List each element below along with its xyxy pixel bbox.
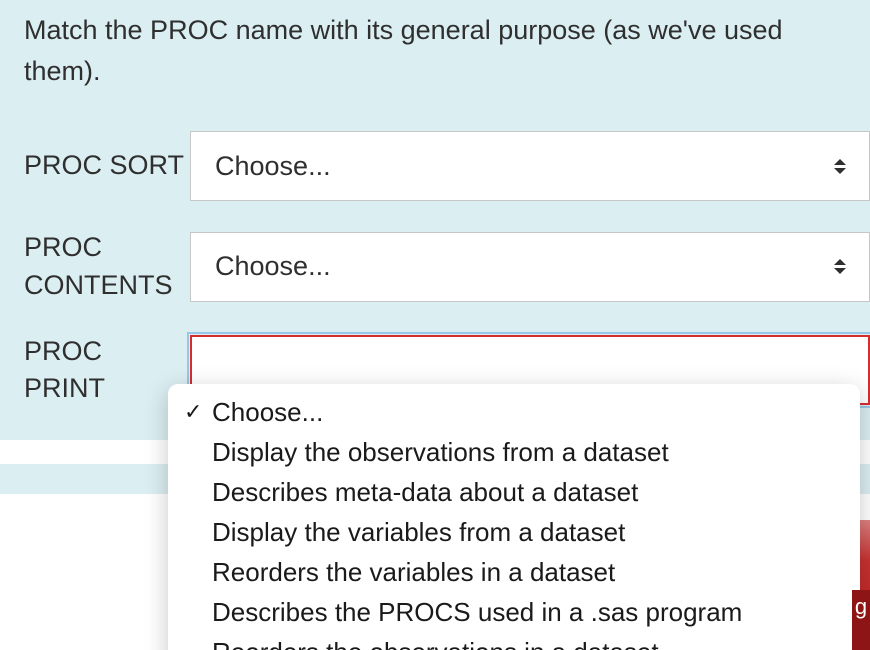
dropdown-option-choose[interactable]: ✓ Choose... xyxy=(168,392,860,432)
option-text: Display the observations from a dataset xyxy=(212,437,844,468)
corner-tab[interactable]: g xyxy=(852,590,870,650)
row-label: PROC PRINT xyxy=(24,333,190,409)
option-text: Reorders the observations in a dataset xyxy=(212,637,844,650)
dropdown-option-procs[interactable]: Describes the PROCS used in a .sas progr… xyxy=(168,592,860,632)
quiz-panel: Match the PROC name with its general pur… xyxy=(0,0,870,440)
dropdown-option-display-obs[interactable]: Display the observations from a dataset xyxy=(168,432,860,472)
select-value: Choose... xyxy=(215,151,331,182)
option-text: Display the variables from a dataset xyxy=(212,517,844,548)
option-text: Describes meta-data about a dataset xyxy=(212,477,844,508)
row-label: PROC SORT xyxy=(24,147,190,185)
corner-glyph: g xyxy=(855,594,867,620)
dropdown-option-display-vars[interactable]: Display the variables from a dataset xyxy=(168,512,860,552)
select-proc-contents[interactable]: Choose... xyxy=(190,232,870,302)
chevron-updown-icon xyxy=(833,157,847,175)
select-proc-sort[interactable]: Choose... xyxy=(190,131,870,201)
question-text: Match the PROC name with its general pur… xyxy=(24,10,870,91)
dropdown-popup: ✓ Choose... Display the observations fro… xyxy=(168,384,860,650)
option-text: Reorders the variables in a dataset xyxy=(212,557,844,588)
match-rows: PROC SORT Choose... PROC CONTENTS Choose… xyxy=(24,131,870,408)
option-text: Describes the PROCS used in a .sas progr… xyxy=(212,597,844,628)
dropdown-option-meta[interactable]: Describes meta-data about a dataset xyxy=(168,472,860,512)
match-row-contents: PROC CONTENTS Choose... xyxy=(24,229,870,305)
dropdown-option-reorder-obs[interactable]: Reorders the observations in a dataset xyxy=(168,632,860,650)
dropdown-option-reorder-vars[interactable]: Reorders the variables in a dataset xyxy=(168,552,860,592)
check-icon: ✓ xyxy=(184,399,212,425)
chevron-updown-icon xyxy=(833,258,847,276)
match-row-sort: PROC SORT Choose... xyxy=(24,131,870,201)
option-text: Choose... xyxy=(212,397,844,428)
row-label: PROC CONTENTS xyxy=(24,229,190,305)
select-value: Choose... xyxy=(215,251,331,282)
